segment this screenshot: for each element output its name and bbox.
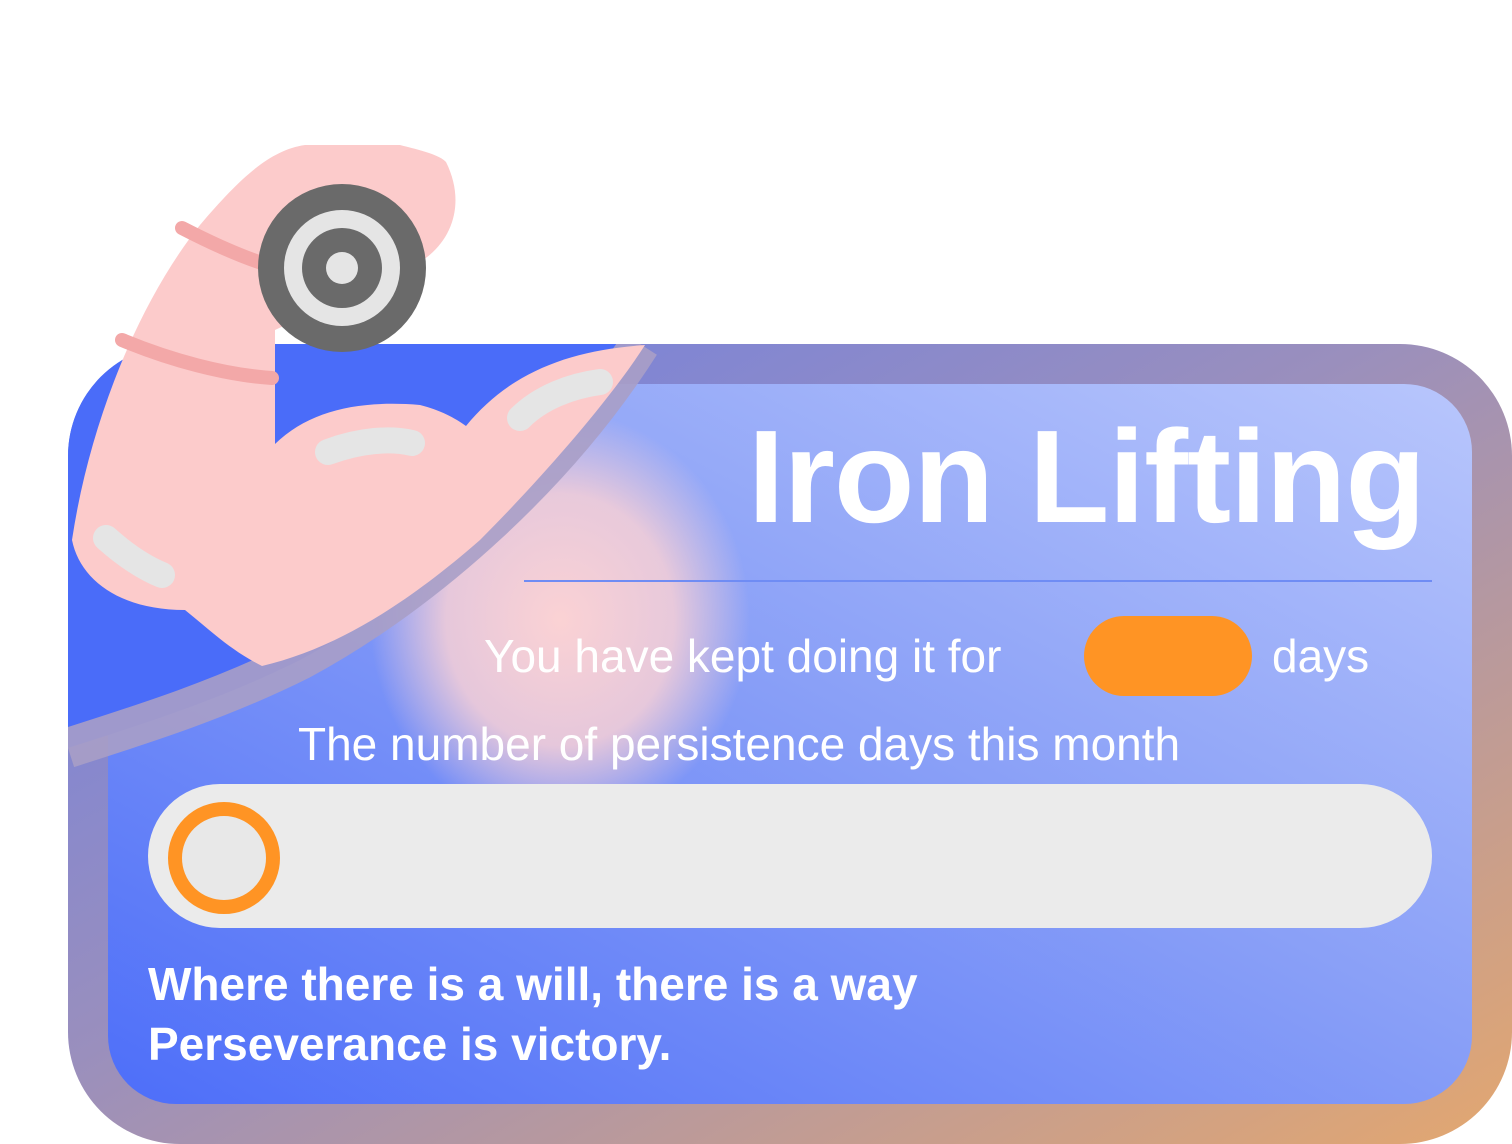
streak-prefix-text: You have kept doing it for: [484, 630, 1002, 682]
streak-suffix-text: days: [1272, 630, 1370, 682]
month-progress-bar[interactable]: [148, 784, 1432, 928]
motto-line-2: Perseverance is victory.: [148, 1018, 672, 1070]
motto-line-1: Where there is a will, there is a way: [148, 958, 918, 1010]
weight-plate-icon: [258, 184, 426, 352]
streak-days-badge: [1084, 616, 1252, 696]
title-divider: [524, 580, 1432, 582]
month-progress-knob[interactable]: [168, 802, 280, 914]
month-progress-label: The number of persistence days this mont…: [298, 718, 1181, 770]
habit-card-screen: Iron Lifting You have kept doing it for …: [0, 0, 1512, 1144]
card-title: Iron Lifting: [747, 403, 1426, 550]
